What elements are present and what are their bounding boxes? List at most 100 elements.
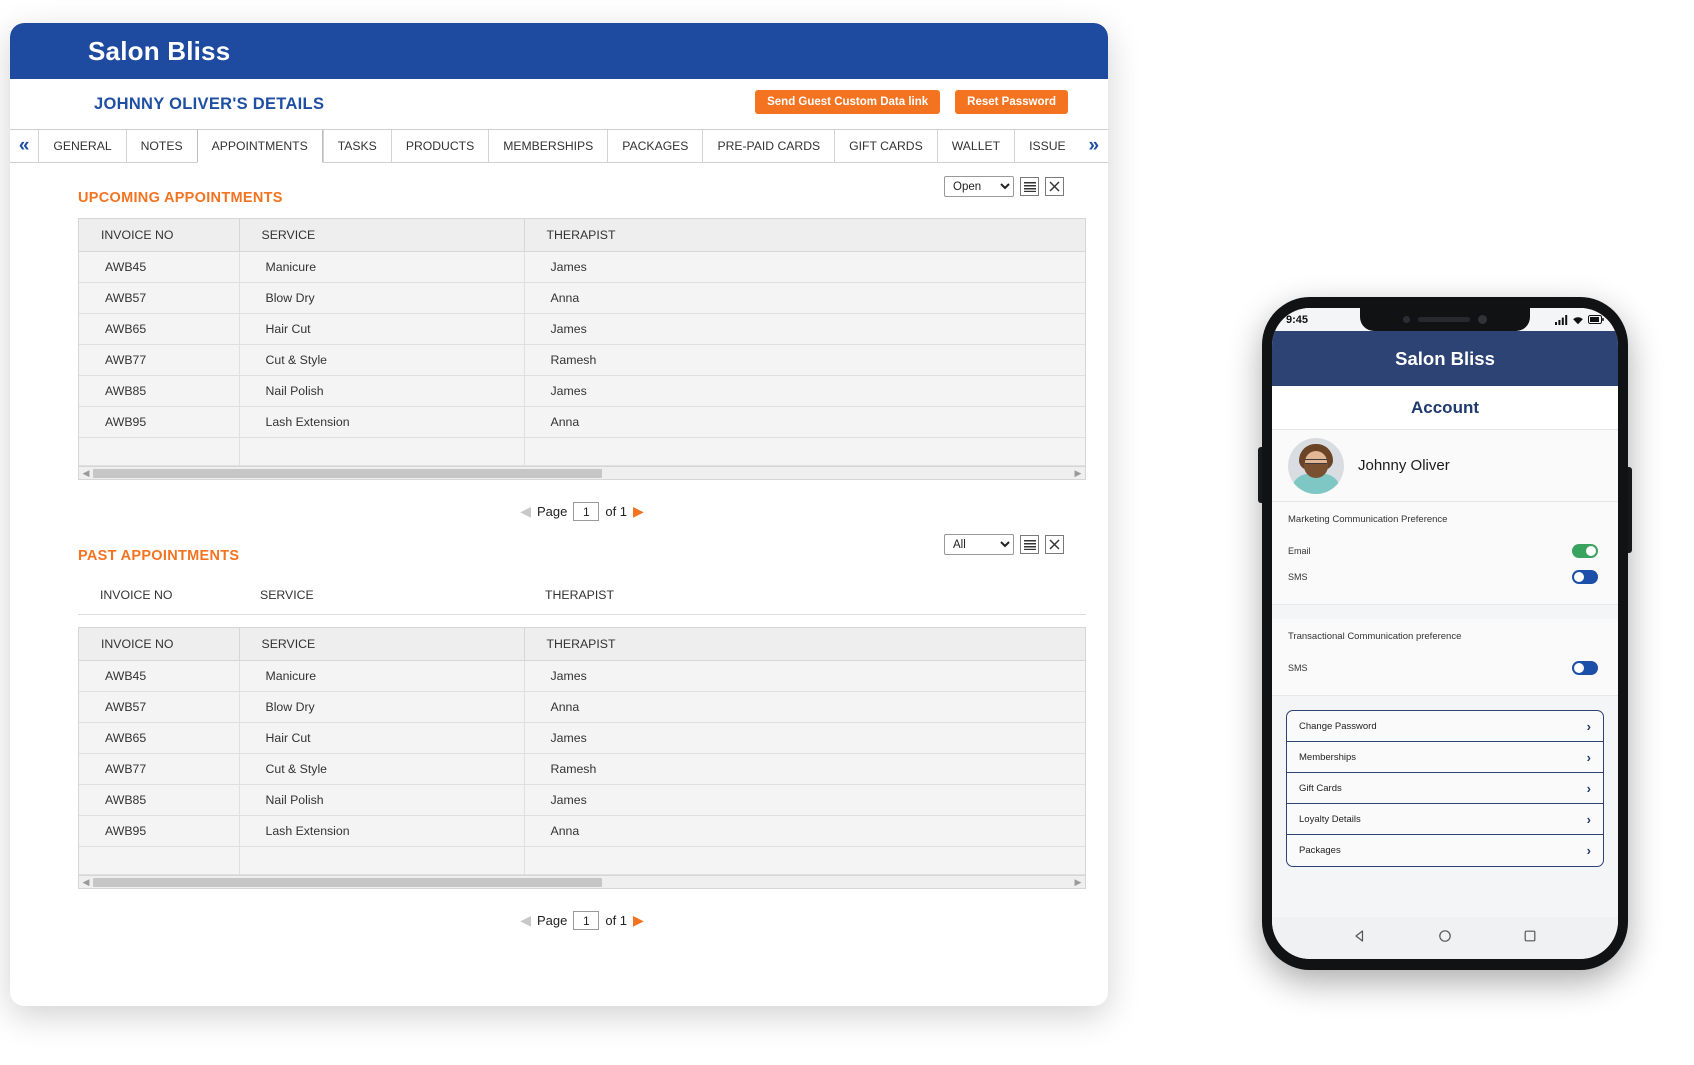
table-header-row: INVOICE NO SERVICE THERAPIST: [79, 219, 1085, 252]
marketing-email-toggle[interactable]: [1572, 544, 1598, 558]
cell-service: Blow Dry: [239, 282, 525, 314]
scroll-right-icon[interactable]: ▶: [1071, 877, 1085, 888]
column-header-invoice-no[interactable]: INVOICE NO: [79, 219, 240, 252]
tab-label: ISSUE: [1029, 139, 1066, 153]
next-page-icon[interactable]: ▶: [633, 503, 644, 520]
scrollbar-thumb[interactable]: [93, 468, 602, 478]
scroll-left-icon[interactable]: ◀: [79, 877, 93, 888]
chevron-double-right-icon[interactable]: »: [1080, 130, 1108, 162]
table-row[interactable]: AWB85 Nail Polish James: [79, 784, 1085, 816]
tab-appointments[interactable]: APPOINTMENTS: [196, 130, 323, 163]
scrollbar-thumb[interactable]: [93, 877, 602, 887]
table-row[interactable]: AWB45 Manicure James: [79, 660, 1085, 692]
header-actions: Send Guest Custom Data link Reset Passwo…: [755, 90, 1068, 114]
transactional-sms-toggle[interactable]: [1572, 661, 1598, 675]
tab-packages[interactable]: PACKAGES: [607, 130, 702, 162]
table-row[interactable]: AWB65 Hair Cut James: [79, 313, 1085, 345]
mobile-settings-body: Marketing Communication Preference Email…: [1272, 502, 1618, 917]
scroll-right-icon[interactable]: ▶: [1071, 468, 1085, 479]
send-guest-custom-data-link-button[interactable]: Send Guest Custom Data link: [755, 90, 941, 114]
cell-therapist: James: [524, 375, 1085, 407]
tab-gift-cards[interactable]: GIFT CARDS: [834, 130, 937, 162]
column-header-service[interactable]: SERVICE: [239, 219, 525, 252]
tab-label: PRE-PAID CARDS: [717, 139, 821, 153]
cell-service: Nail Polish: [239, 784, 525, 816]
table-row[interactable]: AWB95 Lash Extension Anna: [79, 406, 1085, 438]
past-appointments-table-wrapper: INVOICE NO SERVICE THERAPIST AWB45 Manic…: [78, 627, 1086, 889]
past-filter-select[interactable]: All: [944, 534, 1014, 555]
table-row[interactable]: AWB77 Cut & Style Ramesh: [79, 344, 1085, 376]
tab-products[interactable]: PRODUCTS: [390, 130, 488, 162]
chevron-right-icon: ›: [1586, 811, 1591, 827]
transactional-preference-title: Transactional Communication preference: [1288, 631, 1462, 642]
table-row[interactable]: AWB77 Cut & Style Ramesh: [79, 753, 1085, 785]
upcoming-controls: Open: [944, 176, 1064, 197]
prev-page-icon[interactable]: ◀: [520, 912, 531, 929]
recents-square-icon[interactable]: [1523, 929, 1537, 948]
tab-label: MEMBERSHIPS: [503, 139, 594, 153]
home-circle-icon[interactable]: [1438, 929, 1452, 948]
column-header-therapist[interactable]: THERAPIST: [524, 628, 1085, 661]
desktop-window: Salon Bliss JOHNNY OLIVER'S DETAILS Send…: [10, 23, 1108, 1006]
past-section-title: PAST APPOINTMENTS: [78, 548, 240, 564]
next-page-icon[interactable]: ▶: [633, 912, 644, 929]
upcoming-appointments-table-wrapper: INVOICE NO SERVICE THERAPIST AWB45 Manic…: [78, 218, 1086, 480]
menu-item-packages[interactable]: Packages ›: [1287, 835, 1603, 866]
cell-service: Lash Extension: [239, 406, 525, 438]
past-horizontal-scrollbar[interactable]: ◀ ▶: [79, 875, 1085, 888]
tab-notes[interactable]: NOTES: [125, 130, 197, 162]
table-row[interactable]: AWB57 Blow Dry Anna: [79, 691, 1085, 723]
close-icon[interactable]: [1045, 535, 1064, 554]
scroll-left-icon[interactable]: ◀: [79, 468, 93, 479]
chevron-double-left-icon[interactable]: «: [10, 130, 38, 162]
list-view-icon[interactable]: [1020, 535, 1039, 554]
earpiece-speaker-icon: [1418, 317, 1470, 322]
column-header-invoice-no[interactable]: INVOICE NO: [79, 628, 240, 661]
cell-invoice-no: AWB77: [79, 753, 240, 785]
page-title: JOHNNY OLIVER'S DETAILS: [94, 94, 325, 113]
tab-tasks[interactable]: TASKS: [322, 130, 391, 162]
scrollbar-track[interactable]: [93, 877, 1071, 887]
phone-screen: 9:45 Salon Bliss Account Johnny Oliver M…: [1272, 308, 1618, 959]
tab-general[interactable]: GENERAL: [38, 130, 125, 162]
back-triangle-icon[interactable]: [1353, 929, 1367, 948]
reset-password-button[interactable]: Reset Password: [955, 90, 1068, 114]
menu-item-gift-cards[interactable]: Gift Cards ›: [1287, 773, 1603, 804]
cell-therapist: Anna: [524, 406, 1085, 438]
cell-therapist: James: [524, 313, 1085, 345]
table-row[interactable]: AWB65 Hair Cut James: [79, 722, 1085, 754]
column-header-service[interactable]: SERVICE: [239, 628, 525, 661]
menu-item-change-password[interactable]: Change Password ›: [1287, 711, 1603, 742]
marketing-sms-row: SMS: [1288, 564, 1602, 590]
marketing-email-label: Email: [1288, 546, 1311, 556]
marketing-sms-toggle[interactable]: [1572, 570, 1598, 584]
page-number-input[interactable]: [573, 911, 600, 930]
tab-issue[interactable]: ISSUE: [1014, 130, 1080, 162]
pager-prefix: Page: [536, 504, 568, 519]
table-row[interactable]: AWB45 Manicure James: [79, 251, 1085, 283]
upcoming-filter-select[interactable]: Open: [944, 176, 1014, 197]
close-icon[interactable]: [1045, 177, 1064, 196]
cell-therapist: Ramesh: [524, 344, 1085, 376]
list-view-icon[interactable]: [1020, 177, 1039, 196]
menu-item-loyalty-details[interactable]: Loyalty Details ›: [1287, 804, 1603, 835]
mobile-account-title-bar: Account: [1272, 386, 1618, 430]
tab-memberships[interactable]: MEMBERSHIPS: [488, 130, 607, 162]
column-header-therapist[interactable]: THERAPIST: [524, 219, 1085, 252]
cell-invoice-no: AWB65: [79, 313, 240, 345]
upcoming-horizontal-scrollbar[interactable]: ◀ ▶: [79, 466, 1085, 479]
tab-label: APPOINTMENTS: [211, 139, 308, 153]
tab-wallet[interactable]: WALLET: [936, 130, 1014, 162]
page-number-input[interactable]: [573, 502, 600, 521]
tab-pre-paid-cards[interactable]: PRE-PAID CARDS: [702, 130, 834, 162]
table-row[interactable]: AWB85 Nail Polish James: [79, 375, 1085, 407]
menu-item-memberships[interactable]: Memberships ›: [1287, 742, 1603, 773]
app-title: Salon Bliss: [88, 35, 231, 66]
chevron-right-icon: ›: [1586, 843, 1591, 858]
table-row[interactable]: AWB57 Blow Dry Anna: [79, 282, 1085, 314]
prev-page-icon[interactable]: ◀: [520, 503, 531, 520]
scrollbar-track[interactable]: [93, 468, 1071, 478]
mobile-profile-row[interactable]: Johnny Oliver: [1272, 430, 1618, 502]
table-row[interactable]: AWB95 Lash Extension Anna: [79, 815, 1085, 847]
cell-service: Cut & Style: [239, 753, 525, 785]
